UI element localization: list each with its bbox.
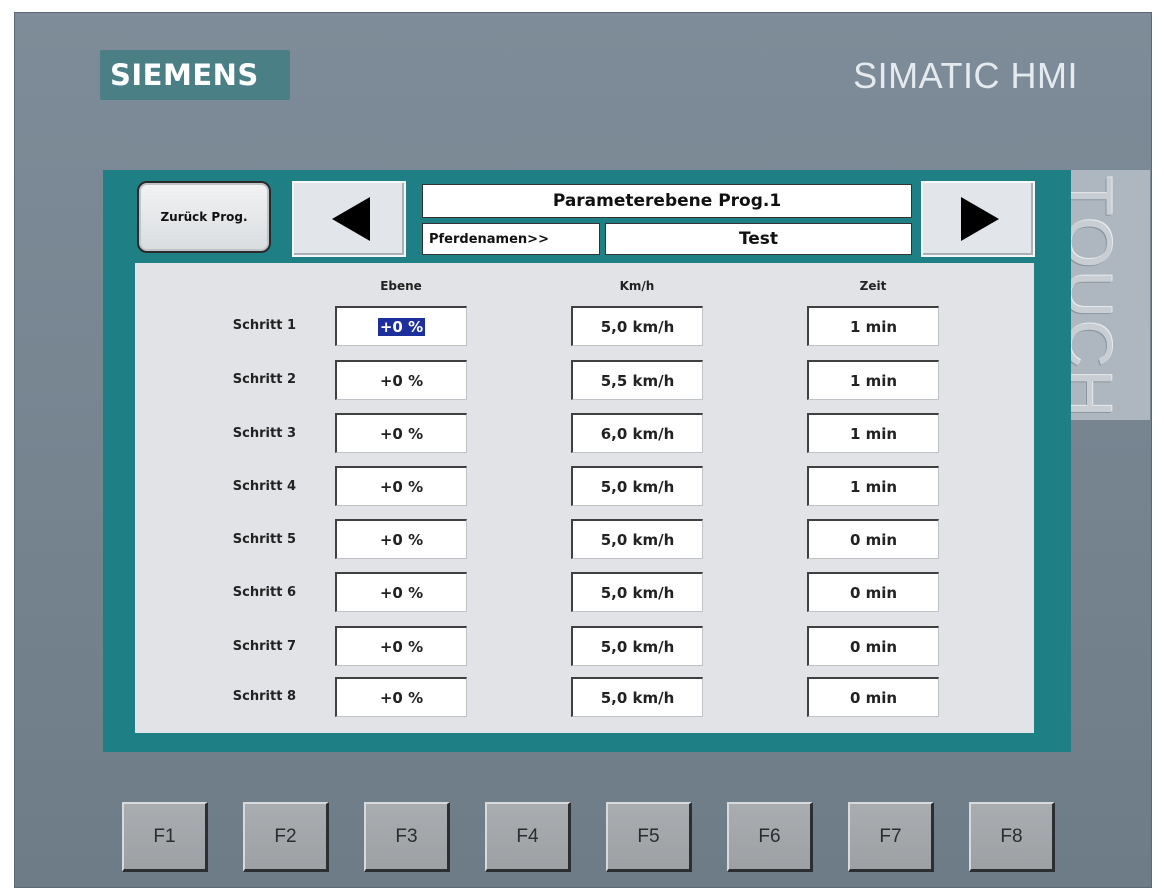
zeit-field[interactable]: 1 min <box>807 413 939 453</box>
ebene-field[interactable]: +0 % <box>335 572 467 612</box>
zeit-field[interactable]: 0 min <box>807 626 939 666</box>
next-page-button[interactable] <box>921 181 1035 257</box>
zeit-field[interactable]: 1 min <box>807 306 939 346</box>
speed-field[interactable]: 5,0 km/h <box>571 519 703 559</box>
touch-label-strip: TOUCH <box>1052 170 1150 420</box>
row-label: Schritt 5 <box>232 532 296 547</box>
function-key-f1[interactable]: F1 <box>122 802 208 872</box>
row-label: Schritt 1 <box>232 318 296 333</box>
speed-field[interactable]: 5,0 km/h <box>571 466 703 506</box>
horse-name-label: Pferdenamen>> <box>422 223 600 255</box>
row-label: Schritt 8 <box>232 689 296 704</box>
function-key-f8[interactable]: F8 <box>969 802 1055 872</box>
speed-field[interactable]: 5,5 km/h <box>571 360 703 400</box>
function-key-f4[interactable]: F4 <box>485 802 571 872</box>
right-triangle-icon <box>961 197 999 241</box>
function-key-f2[interactable]: F2 <box>243 802 329 872</box>
function-key-f7[interactable]: F7 <box>848 802 934 872</box>
ebene-field[interactable]: +0 % <box>335 306 467 346</box>
page-title: Parameterebene Prog.1 <box>422 184 912 218</box>
row-label: Schritt 4 <box>232 479 296 494</box>
ebene-field[interactable]: +0 % <box>335 413 467 453</box>
zeit-field[interactable]: 0 min <box>807 677 939 717</box>
column-header-speed: Km/h <box>619 279 655 293</box>
ebene-field[interactable]: +0 % <box>335 360 467 400</box>
model-name: SIMATIC HMI <box>853 55 1078 96</box>
ebene-value-selected: +0 % <box>377 317 426 336</box>
zeit-field[interactable]: 0 min <box>807 572 939 612</box>
ebene-field[interactable]: +0 % <box>335 626 467 666</box>
previous-page-button[interactable] <box>292 181 406 257</box>
speed-field[interactable]: 5,0 km/h <box>571 572 703 612</box>
function-key-f5[interactable]: F5 <box>606 802 692 872</box>
speed-field[interactable]: 5,0 km/h <box>571 626 703 666</box>
column-header-ebene: Ebene <box>380 279 422 293</box>
back-program-button[interactable]: Zurück Prog. <box>137 181 271 253</box>
ebene-field[interactable]: +0 % <box>335 466 467 506</box>
horse-name-field[interactable]: Test <box>605 223 912 255</box>
left-triangle-icon <box>332 197 370 241</box>
function-key-f3[interactable]: F3 <box>364 802 450 872</box>
zeit-field[interactable]: 0 min <box>807 519 939 559</box>
function-key-f6[interactable]: F6 <box>727 802 813 872</box>
row-label: Schritt 3 <box>232 426 296 441</box>
zeit-field[interactable]: 1 min <box>807 360 939 400</box>
column-header-zeit: Zeit <box>859 279 887 293</box>
speed-field[interactable]: 6,0 km/h <box>571 413 703 453</box>
row-label: Schritt 6 <box>232 585 296 600</box>
row-label: Schritt 2 <box>232 372 296 387</box>
siemens-logo-text: SIEMENS <box>110 58 259 92</box>
ebene-field[interactable]: +0 % <box>335 519 467 559</box>
speed-field[interactable]: 5,0 km/h <box>571 306 703 346</box>
speed-field[interactable]: 5,0 km/h <box>571 677 703 717</box>
row-label: Schritt 7 <box>232 639 296 654</box>
zeit-field[interactable]: 1 min <box>807 466 939 506</box>
siemens-logo: SIEMENS <box>100 50 290 100</box>
ebene-field[interactable]: +0 % <box>335 677 467 717</box>
